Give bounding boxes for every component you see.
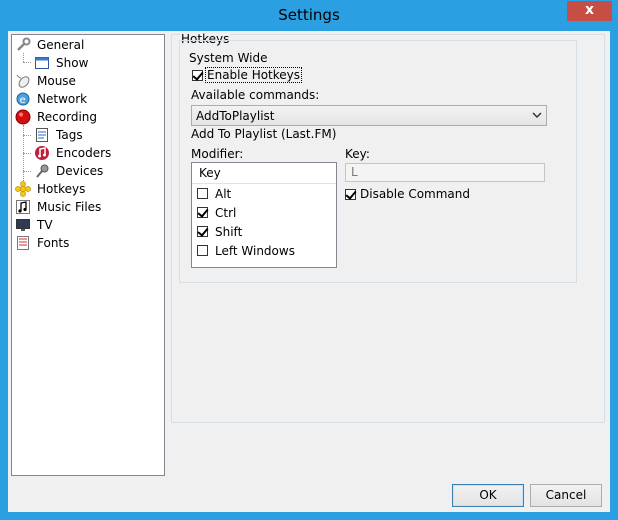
modifier-row-shift[interactable]: Shift (192, 222, 336, 241)
network-icon: e (15, 91, 31, 107)
tree-item-show[interactable]: Show (34, 54, 90, 72)
command-description: Add To Playlist (Last.FM) (191, 127, 337, 141)
tree-item-hotkeys[interactable]: Hotkeys (15, 180, 88, 198)
tree-item-network[interactable]: e Network (15, 90, 89, 108)
left-windows-checkbox[interactable] (197, 245, 208, 256)
tree-item-general[interactable]: General (15, 36, 86, 54)
key-label: Key: (345, 147, 370, 161)
tv-icon (15, 217, 31, 233)
tree-item-recording[interactable]: Recording (15, 108, 99, 126)
encoder-icon (34, 145, 50, 161)
title-bar: Settings x (0, 0, 618, 31)
commands-dropdown[interactable]: AddToPlaylist (191, 105, 547, 126)
available-commands-label: Available commands: (191, 88, 320, 102)
key-input[interactable]: L (345, 163, 545, 182)
cancel-button[interactable]: Cancel (530, 484, 602, 507)
modifier-row-alt[interactable]: Alt (192, 184, 336, 203)
tree-item-tags[interactable]: Tags (34, 126, 85, 144)
window-icon (34, 55, 50, 71)
ok-button[interactable]: OK (452, 484, 524, 507)
enable-hotkeys-label: Enable Hotkeys (205, 67, 303, 83)
modifier-list[interactable]: Key Alt Ctrl Shift Left Windows (191, 162, 337, 268)
disable-command-check[interactable] (345, 188, 356, 200)
microphone-icon (34, 163, 50, 179)
fonts-icon (15, 235, 31, 251)
ctrl-checkbox[interactable] (197, 207, 208, 218)
settings-window: Settings x General Show Mouse e Network … (0, 0, 618, 520)
shift-checkbox[interactable] (197, 226, 208, 237)
alt-checkbox[interactable] (197, 188, 208, 199)
tree-item-music-files[interactable]: Music Files (15, 198, 103, 216)
wrench-icon (15, 37, 31, 53)
window-title: Settings (278, 6, 340, 24)
disable-command-label: Disable Command (360, 187, 471, 201)
group-title: System Wide (189, 51, 268, 65)
commands-dropdown-value: AddToPlaylist (196, 109, 275, 123)
modifier-row-left-windows[interactable]: Left Windows (192, 241, 336, 260)
tags-icon (34, 127, 50, 143)
modifier-list-header: Key (192, 163, 336, 184)
mouse-icon (15, 73, 31, 89)
disable-command-checkbox[interactable]: Disable Command (345, 187, 470, 201)
modifier-row-ctrl[interactable]: Ctrl (192, 203, 336, 222)
tree-item-encoders[interactable]: Encoders (34, 144, 113, 162)
hotkeys-icon (15, 181, 31, 197)
enable-hotkeys-check[interactable] (192, 69, 203, 81)
chevron-down-icon (532, 108, 542, 125)
enable-hotkeys-checkbox[interactable]: Enable Hotkeys (192, 67, 303, 83)
dialog-body: General Show Mouse e Network Recording T… (8, 31, 610, 512)
modifier-label: Modifier: (191, 147, 244, 161)
tree-item-fonts[interactable]: Fonts (15, 234, 71, 252)
tree-item-mouse[interactable]: Mouse (15, 72, 78, 90)
record-icon (15, 109, 31, 125)
svg-text:e: e (20, 95, 26, 106)
music-note-icon (15, 199, 31, 215)
close-button[interactable]: x (567, 1, 612, 21)
tree-item-tv[interactable]: TV (15, 216, 55, 234)
settings-tree[interactable]: General Show Mouse e Network Recording T… (11, 34, 165, 476)
tree-item-devices[interactable]: Devices (34, 162, 105, 180)
